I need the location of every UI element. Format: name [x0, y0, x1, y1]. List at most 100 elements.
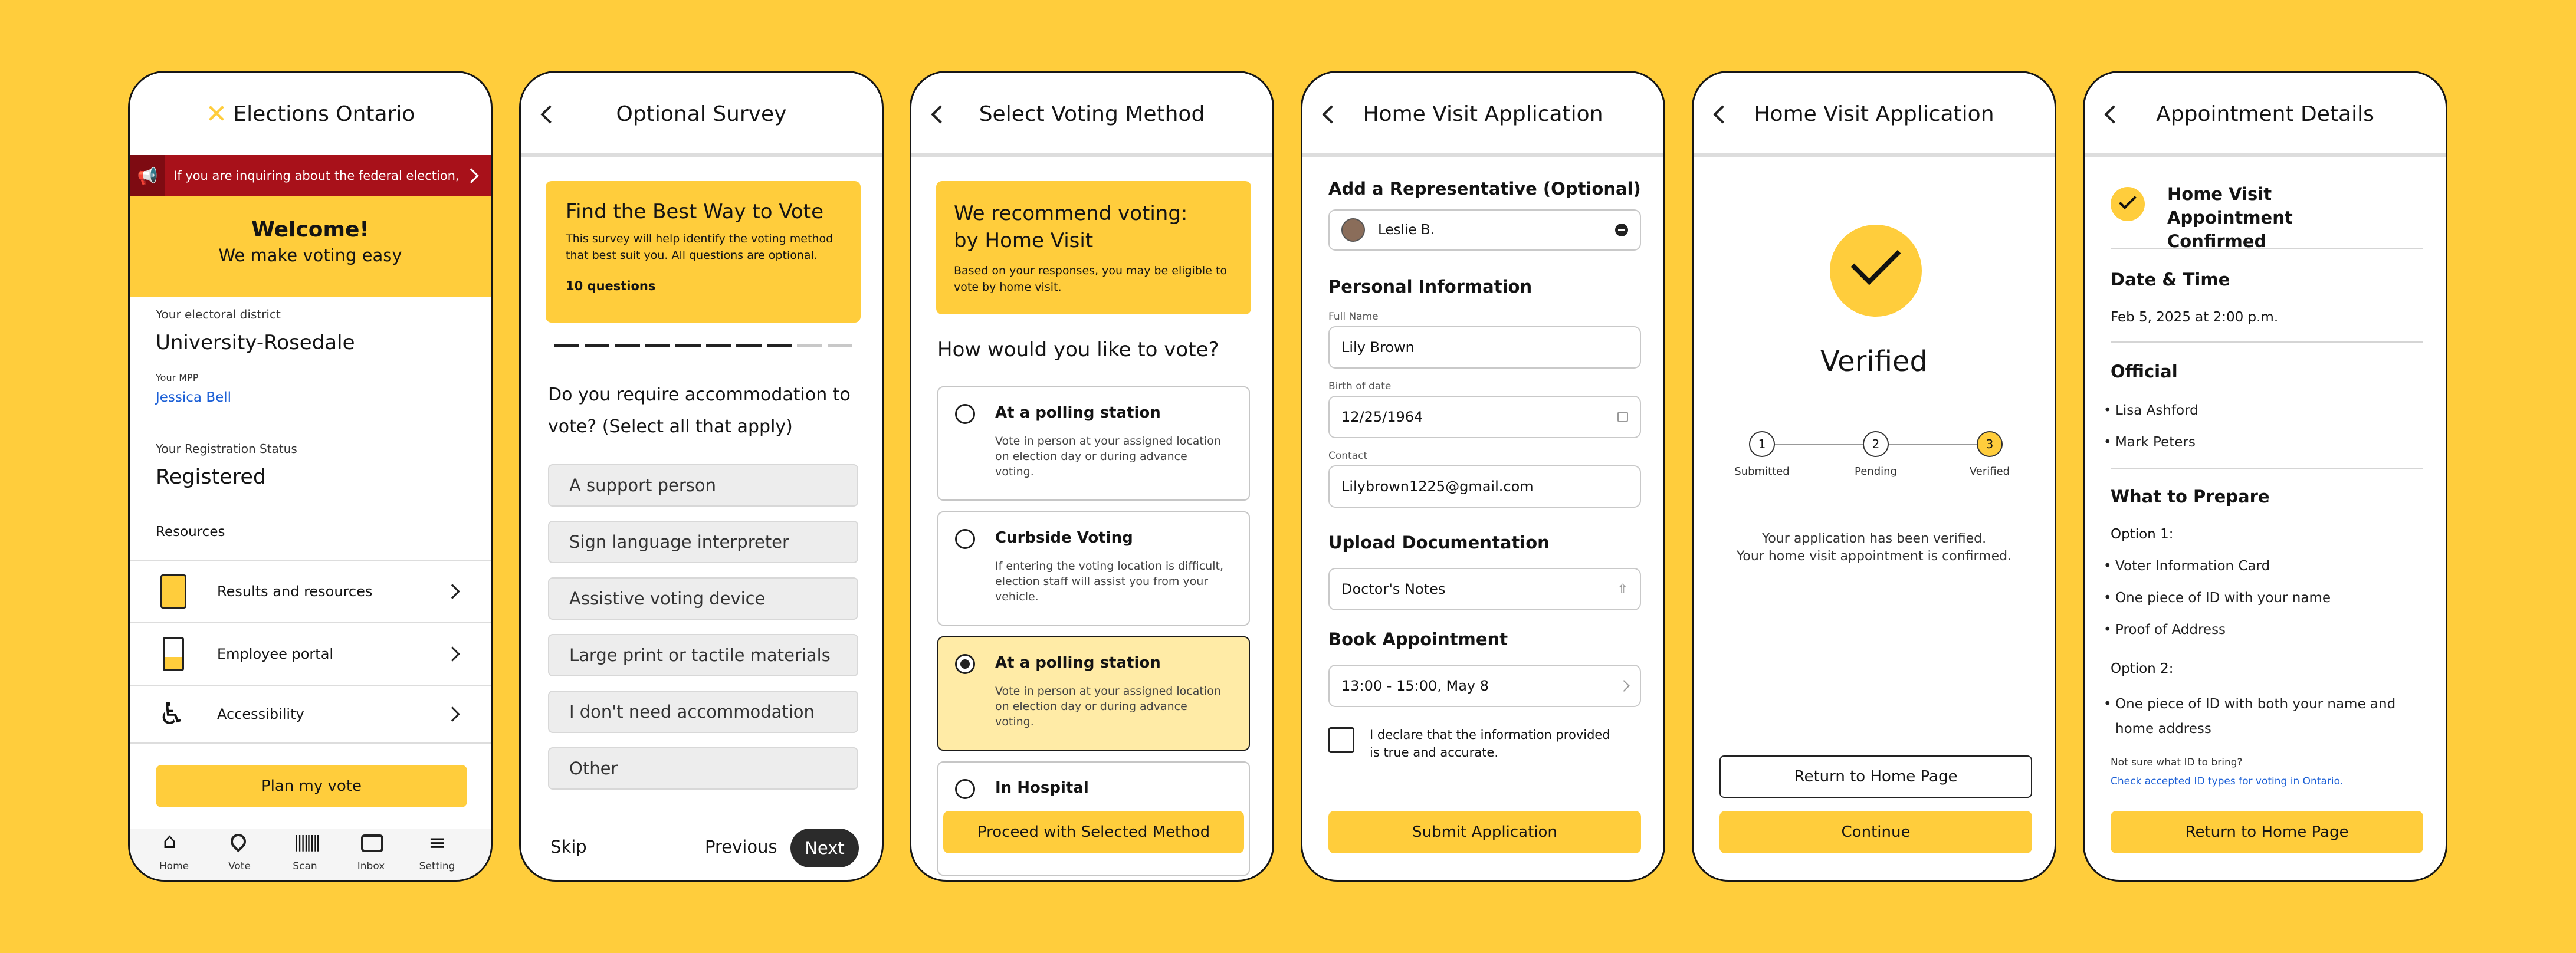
representative-label: Add a Representative (Optional): [1328, 179, 1641, 199]
appointment-field[interactable]: 13:00 - 15:00, May 8: [1328, 665, 1641, 707]
radio-button[interactable]: [955, 779, 975, 799]
recommendation-description: Based on your responses, you may be elig…: [954, 264, 1228, 294]
prepare-item: Voter Information Card: [2104, 558, 2270, 574]
option-large-print[interactable]: Large print or tactile materials: [548, 634, 858, 676]
accepted-id-link[interactable]: Check accepted ID types for voting in On…: [2111, 775, 2343, 787]
back-arrow-icon[interactable]: [1322, 105, 1341, 124]
fullname-input[interactable]: Lily Brown: [1328, 326, 1641, 369]
header-divider: [2085, 153, 2446, 157]
chevron-right-icon: [1618, 680, 1630, 692]
progress-segment: [827, 344, 852, 347]
next-button[interactable]: Next: [790, 829, 859, 867]
prepare-item: Proof of Address: [2104, 622, 2226, 637]
confirmed-title: Home Visit Appointment Confirmed: [2167, 184, 2293, 251]
book-label: Book Appointment: [1328, 629, 1508, 649]
nav-setting[interactable]: Setting: [411, 860, 464, 872]
home-icon[interactable]: ⌂: [163, 829, 176, 853]
megaphone-icon: 📢: [130, 155, 165, 196]
app-header: ✕ Elections Ontario: [130, 73, 491, 155]
option-no-accommodation[interactable]: I don't need accommodation: [548, 691, 858, 733]
radio-button-selected[interactable]: [955, 654, 975, 674]
chevron-right-icon: [445, 706, 460, 722]
calendar-icon[interactable]: [1617, 412, 1628, 422]
resource-employee-portal[interactable]: Employee portal: [130, 622, 491, 685]
header-divider: [1302, 153, 1663, 157]
nav-home[interactable]: Home: [147, 860, 201, 872]
proceed-button[interactable]: Proceed with Selected Method: [943, 811, 1244, 853]
contact-input[interactable]: Lilybrown1225@gmail.com: [1328, 465, 1641, 508]
recommendation-card: We recommend voting: by Home Visit Based…: [936, 181, 1251, 314]
resource-results[interactable]: Results and resources: [130, 560, 491, 622]
verified-message-1: Your application has been verified.: [1761, 531, 1987, 546]
back-arrow-icon[interactable]: [540, 105, 559, 124]
step-1-label: Submitted: [1734, 465, 1790, 478]
progress-segment: [705, 344, 731, 347]
birth-date-value: 12/25/1964: [1341, 409, 1423, 425]
date-label: Date & Time: [2111, 270, 2230, 290]
prepare-item: One piece of ID with both your name and …: [2104, 692, 2398, 741]
previous-button[interactable]: Previous: [705, 837, 777, 857]
checkmark-icon: [1830, 225, 1922, 317]
submit-application-button[interactable]: Submit Application: [1328, 811, 1641, 853]
status-label: Your Registration Status: [156, 442, 297, 456]
method-option-selected[interactable]: At a polling station Vote in person at y…: [937, 636, 1250, 751]
radio-button[interactable]: [955, 529, 975, 549]
inbox-icon[interactable]: [361, 834, 383, 852]
not-sure-text: Not sure what ID to bring?: [2111, 757, 2243, 768]
alert-banner[interactable]: 📢 If you are inquiring about the federal…: [130, 155, 491, 196]
fullname-value: Lily Brown: [1341, 339, 1415, 356]
remove-icon[interactable]: [1615, 224, 1628, 236]
welcome-subtitle: We make voting easy: [218, 245, 402, 265]
badge-icon: [163, 637, 184, 671]
header-divider: [521, 153, 882, 157]
progress-segment: [797, 344, 822, 347]
appointment-details-screen: Appointment Details Home Visit Appointme…: [2083, 71, 2447, 882]
step-2: 2: [1863, 431, 1889, 457]
progress-segment: [766, 344, 792, 347]
section-divider: [2111, 341, 2423, 343]
representative-name: Leslie B.: [1378, 222, 1435, 238]
option-title: At a polling station: [995, 654, 1161, 672]
mpp-link[interactable]: Jessica Bell: [156, 390, 231, 405]
nav-scan[interactable]: Scan: [278, 860, 332, 872]
clipboard-icon: [160, 574, 186, 609]
card-description: This survey will help identify the votin…: [566, 232, 833, 262]
back-arrow-icon[interactable]: [1713, 105, 1732, 124]
screen-header: Home Visit Application: [1694, 73, 2055, 155]
menu-icon[interactable]: ≡: [428, 831, 446, 855]
continue-button[interactable]: Continue: [1719, 811, 2032, 853]
verified-screen: Home Visit Application Verified 1 2 3 Su…: [1692, 71, 2056, 882]
date-value: Feb 5, 2025 at 2:00 p.m.: [2111, 310, 2279, 325]
progress-segment: [736, 344, 762, 347]
progress-segment: [584, 344, 609, 347]
upload-field[interactable]: Doctor's Notes ⇧: [1328, 568, 1641, 610]
plan-my-vote-button[interactable]: Plan my vote: [156, 765, 467, 807]
barcode-icon[interactable]: |||‖|‖: [294, 832, 321, 852]
option-other[interactable]: Other: [548, 747, 858, 790]
step-1: 1: [1749, 431, 1775, 457]
representative-field[interactable]: Leslie B.: [1328, 209, 1641, 251]
birth-date-input[interactable]: 12/25/1964: [1328, 396, 1641, 438]
method-option-curbside[interactable]: Curbside Voting If entering the voting l…: [937, 511, 1250, 626]
declare-checkbox[interactable]: [1328, 727, 1354, 753]
method-option-polling[interactable]: At a polling station Vote in person at y…: [937, 386, 1250, 501]
option-sign-language[interactable]: Sign language interpreter: [548, 521, 858, 563]
recommendation-title: We recommend voting: by Home Visit: [954, 202, 1188, 252]
chevron-right-icon: [445, 584, 460, 599]
option-support-person[interactable]: A support person: [548, 464, 858, 507]
back-arrow-icon[interactable]: [2104, 105, 2123, 124]
return-home-button[interactable]: Return to Home Page: [1719, 755, 2032, 798]
upload-icon[interactable]: ⇧: [1617, 582, 1628, 597]
resource-accessibility[interactable]: ♿ Accessibility: [130, 685, 491, 744]
progress-segment: [645, 344, 670, 347]
confirmed-check-icon: [2111, 187, 2145, 221]
return-home-button[interactable]: Return to Home Page: [2111, 811, 2423, 853]
option-description: Vote in person at your assigned location…: [995, 685, 1221, 728]
nav-vote[interactable]: Vote: [213, 860, 266, 872]
wheelchair-icon: ♿: [158, 696, 186, 732]
back-arrow-icon[interactable]: [931, 105, 950, 124]
nav-inbox[interactable]: Inbox: [344, 860, 398, 872]
skip-link[interactable]: Skip: [550, 837, 587, 857]
option-assistive-device[interactable]: Assistive voting device: [548, 577, 858, 620]
radio-button[interactable]: [955, 404, 975, 424]
